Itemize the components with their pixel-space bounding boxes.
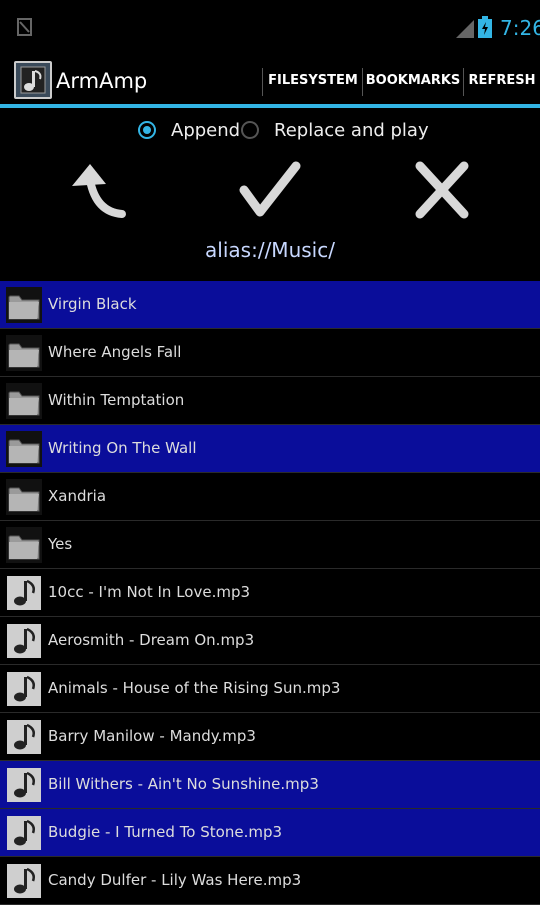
file-row[interactable]: Animals - House of the Rising Sun.mp3 — [0, 665, 540, 713]
checkmark-icon[interactable] — [238, 160, 302, 220]
action-separator — [362, 68, 363, 96]
back-arrow-icon[interactable] — [66, 160, 130, 220]
item-label: Writing On The Wall — [48, 439, 197, 457]
item-label: Candy Dulfer - Lily Was Here.mp3 — [48, 871, 302, 889]
item-label: Budgie - I Turned To Stone.mp3 — [48, 823, 283, 841]
close-x-icon[interactable] — [410, 160, 474, 220]
sd-card-icon — [17, 18, 32, 36]
music-note-icon — [6, 575, 42, 611]
folder-row[interactable]: Virgin Black — [0, 281, 540, 329]
folder-row[interactable]: Within Temptation — [0, 377, 540, 425]
file-row[interactable]: Bill Withers - Ain't No Sunshine.mp3 — [0, 761, 540, 809]
music-note-icon — [6, 767, 42, 803]
folder-row[interactable]: Yes — [0, 521, 540, 569]
append-label[interactable]: Append — [171, 120, 240, 141]
app-logo-icon — [14, 61, 52, 99]
file-row[interactable]: Candy Dulfer - Lily Was Here.mp3 — [0, 857, 540, 905]
music-note-icon — [6, 671, 42, 707]
item-label: Animals - House of the Rising Sun.mp3 — [48, 679, 341, 697]
file-row[interactable]: 10cc - I'm Not In Love.mp3 — [0, 569, 540, 617]
signal-icon — [456, 20, 474, 38]
refresh-button[interactable]: REFRESH — [466, 56, 538, 106]
item-label: Within Temptation — [48, 391, 185, 409]
music-note-icon — [6, 719, 42, 755]
music-note-icon — [6, 815, 42, 851]
item-label: Xandria — [48, 487, 107, 505]
filesystem-button[interactable]: FILESYSTEM — [264, 56, 362, 106]
status-time: 7:26 — [500, 16, 540, 40]
file-row[interactable]: Barry Manilow - Mandy.mp3 — [0, 713, 540, 761]
folder-icon — [6, 479, 42, 515]
folder-icon — [6, 287, 42, 323]
file-row[interactable]: Budgie - I Turned To Stone.mp3 — [0, 809, 540, 857]
action-separator — [262, 68, 263, 96]
replace-radio[interactable] — [241, 121, 259, 139]
item-label: Yes — [48, 535, 73, 553]
append-radio[interactable] — [138, 121, 156, 139]
current-path: alias://Music/ — [205, 238, 335, 262]
music-note-icon — [6, 863, 42, 899]
folder-row[interactable]: Where Angels Fall — [0, 329, 540, 377]
music-note-icon — [6, 623, 42, 659]
status-bar: 7:26 — [0, 0, 540, 56]
item-label: 10cc - I'm Not In Love.mp3 — [48, 583, 251, 601]
folder-icon — [6, 335, 42, 371]
replace-label[interactable]: Replace and play — [274, 120, 429, 141]
file-list: Virgin Black Where Angels Fall Within Temp… — [0, 281, 540, 905]
item-label: Where Angels Fall — [48, 343, 182, 361]
folder-row[interactable]: Xandria — [0, 473, 540, 521]
item-label: Bill Withers - Ain't No Sunshine.mp3 — [48, 775, 319, 793]
folder-icon — [6, 431, 42, 467]
action-bar-divider — [0, 104, 540, 108]
mode-selector: Append Replace and play — [0, 114, 540, 148]
action-separator — [463, 68, 464, 96]
folder-row[interactable]: Writing On The Wall — [0, 425, 540, 473]
app-title: ArmAmp — [56, 69, 148, 93]
item-label: Aerosmith - Dream On.mp3 — [48, 631, 255, 649]
action-bar: ArmAmp FILESYSTEM BOOKMARKS REFRESH — [0, 56, 540, 106]
file-row[interactable]: Aerosmith - Dream On.mp3 — [0, 617, 540, 665]
folder-icon — [6, 383, 42, 419]
item-label: Virgin Black — [48, 295, 137, 313]
item-label: Barry Manilow - Mandy.mp3 — [48, 727, 256, 745]
folder-icon — [6, 527, 42, 563]
bookmarks-button[interactable]: BOOKMARKS — [364, 56, 462, 106]
battery-icon — [478, 16, 492, 38]
